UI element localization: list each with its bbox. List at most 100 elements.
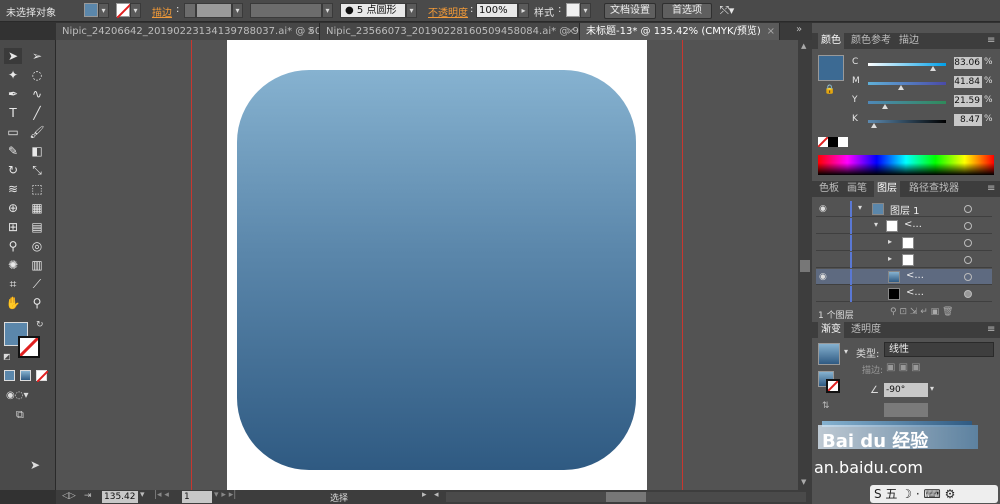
eyedropper-icon[interactable]: ⚲ xyxy=(4,238,22,254)
target-icon[interactable] xyxy=(964,290,972,298)
zoom-icon[interactable]: ⚲ xyxy=(28,295,46,311)
stroke-weight-input[interactable] xyxy=(196,3,232,18)
free-transform-icon[interactable]: ⬚ xyxy=(28,181,46,197)
scroll-up-icon[interactable]: ▲ xyxy=(801,42,806,50)
stroke-weight-stepper[interactable] xyxy=(184,3,196,18)
zoom-input[interactable]: 135.42 xyxy=(102,491,138,503)
slider-knob[interactable] xyxy=(871,123,878,128)
slider-track[interactable] xyxy=(868,101,946,104)
symbol-sprayer-icon[interactable]: ✺ xyxy=(4,257,22,273)
hand-icon[interactable]: ✋ xyxy=(4,295,22,311)
profile-dropdown[interactable]: ▾ xyxy=(322,3,333,18)
layer-name[interactable]: <... xyxy=(906,270,924,281)
vertical-scrollbar[interactable]: ▲ ▼ xyxy=(798,40,812,490)
status-menu-icon[interactable]: ▸ xyxy=(422,490,427,500)
warp-icon[interactable]: ≋ xyxy=(4,181,22,197)
panel-menu-icon[interactable]: ≡ xyxy=(984,181,998,197)
paintbrush-icon[interactable]: 🖌 xyxy=(28,124,46,140)
tab-stroke[interactable]: 描边 xyxy=(896,33,922,49)
target-icon[interactable] xyxy=(964,222,972,230)
opacity-label[interactable]: 不透明度 xyxy=(428,4,468,19)
gradient-type-select[interactable]: 线性 xyxy=(884,342,994,357)
hscroll-left-icon[interactable]: ◂ xyxy=(434,490,439,500)
mesh-icon[interactable]: ⊞ xyxy=(4,219,22,235)
black-slider[interactable]: K 8.47 % xyxy=(852,114,998,128)
eye-icon[interactable]: ◉ xyxy=(819,204,827,214)
column-graph-icon[interactable]: ▥ xyxy=(28,257,46,273)
scroll-thumb[interactable] xyxy=(606,492,646,502)
pencil-icon[interactable]: ✎ xyxy=(4,143,22,159)
target-icon[interactable] xyxy=(964,256,972,264)
direct-select-icon[interactable]: ➢ xyxy=(28,48,46,64)
zoom-arrows-icon[interactable]: ◁▷ xyxy=(62,491,76,501)
page-input[interactable]: 1 xyxy=(182,491,212,503)
angle-dropdown-icon[interactable]: ▾ xyxy=(930,384,934,393)
gradient-icon[interactable]: ▤ xyxy=(28,219,46,235)
opacity-input[interactable]: 100% xyxy=(476,3,518,18)
eraser-icon[interactable]: ◧ xyxy=(28,143,46,159)
artboard[interactable] xyxy=(227,40,647,490)
panel-menu-icon[interactable]: ≡ xyxy=(984,33,998,49)
next-page-icon[interactable]: ▾ ▸ ▸| xyxy=(214,490,236,500)
channel-value[interactable]: 21.59 xyxy=(954,95,982,107)
screen-mode-icon[interactable]: ⧉ xyxy=(16,408,24,422)
fill-dropdown-arrow[interactable]: ▾ xyxy=(98,3,109,18)
stroke-gradient-options-icon[interactable]: ▣ ▣ ▣ xyxy=(886,362,921,373)
channel-value[interactable]: 8.47 xyxy=(954,114,982,126)
layer-name[interactable]: 图层 1 xyxy=(890,202,920,217)
artboard-icon[interactable]: ⌗ xyxy=(4,276,22,292)
tab-swatches[interactable]: 色板 xyxy=(816,181,842,197)
target-icon[interactable] xyxy=(964,205,972,213)
collapse-icon[interactable]: ▸ xyxy=(888,254,892,263)
close-icon[interactable]: × xyxy=(767,23,775,40)
gradient-dropdown-icon[interactable]: ▾ xyxy=(844,347,848,356)
zoom-dropdown-icon[interactable]: ▾ xyxy=(140,490,145,500)
panel-menu-icon[interactable]: ≡ xyxy=(984,322,998,338)
expand-icon[interactable]: ▾ xyxy=(858,203,862,212)
tab-document-active[interactable]: 未标题-13* @ 135.42% (CMYK/预览) × xyxy=(580,23,780,40)
yellow-slider[interactable]: Y 21.59 % xyxy=(852,95,998,109)
arrange-icon[interactable]: ⤲▾ xyxy=(720,4,734,18)
canvas-area[interactable]: ➤ xyxy=(30,40,798,490)
close-icon[interactable]: × xyxy=(567,23,575,40)
layer-actions-icon[interactable]: ⚲ ⊡ ⇲ ↵ ▣ 🗑 xyxy=(890,307,953,317)
opacity-dropdown[interactable]: ▸ xyxy=(518,3,529,18)
color-spectrum[interactable] xyxy=(818,155,994,175)
tab-pathfinder[interactable]: 路径查找器 xyxy=(906,181,962,197)
tab-color[interactable]: 颜色 xyxy=(818,33,844,49)
slider-knob[interactable] xyxy=(882,104,889,109)
swap-icon[interactable]: ↻ xyxy=(36,320,44,330)
scroll-down-icon[interactable]: ▼ xyxy=(801,478,806,486)
rectangle-icon[interactable]: ▭ xyxy=(4,124,22,140)
style-swatch[interactable] xyxy=(566,3,580,17)
stroke-color-box[interactable] xyxy=(18,336,40,358)
channel-value[interactable]: 41.84 xyxy=(954,76,982,88)
draw-mode-icon[interactable]: ◉◌▾ xyxy=(6,390,28,401)
stroke-gradient-box[interactable] xyxy=(826,379,840,393)
stroke-label[interactable]: 描边 xyxy=(152,4,172,19)
color-mode-icon[interactable] xyxy=(4,370,15,381)
magenta-slider[interactable]: M 41.84 % xyxy=(852,76,998,90)
export-icon[interactable]: ⇥ xyxy=(84,491,92,501)
tab-document-1[interactable]: Nipic_24206642_20190223134139788037.ai* … xyxy=(56,23,320,40)
first-page-icon[interactable]: |◂ ◂ xyxy=(154,490,169,500)
black-swatch[interactable] xyxy=(828,137,838,147)
stroke-dropdown-arrow[interactable]: ▾ xyxy=(130,3,141,18)
brush-definition[interactable]: ● 5 点圆形 xyxy=(340,3,406,18)
layer-row[interactable]: ◉ ▾ 图层 1 xyxy=(816,201,992,217)
none-swatch[interactable] xyxy=(817,136,829,148)
expand-icon[interactable]: ▾ xyxy=(874,220,878,229)
close-icon[interactable]: × xyxy=(307,23,315,40)
layer-name[interactable]: <... xyxy=(906,287,924,298)
line-icon[interactable]: ╱ xyxy=(28,105,46,121)
default-colors-icon[interactable]: ◩ xyxy=(3,352,11,361)
target-icon[interactable] xyxy=(964,273,972,281)
magic-wand-icon[interactable]: ✦ xyxy=(4,67,22,83)
current-color-swatch[interactable] xyxy=(818,55,844,81)
layer-row[interactable]: <... xyxy=(816,286,992,302)
gradient-preview[interactable] xyxy=(818,343,840,365)
slider-track[interactable] xyxy=(868,82,946,85)
curvature-icon[interactable]: ∿ xyxy=(28,86,46,102)
preferences-button[interactable]: 首选项 xyxy=(662,3,712,19)
variable-width-profile[interactable] xyxy=(250,3,322,18)
